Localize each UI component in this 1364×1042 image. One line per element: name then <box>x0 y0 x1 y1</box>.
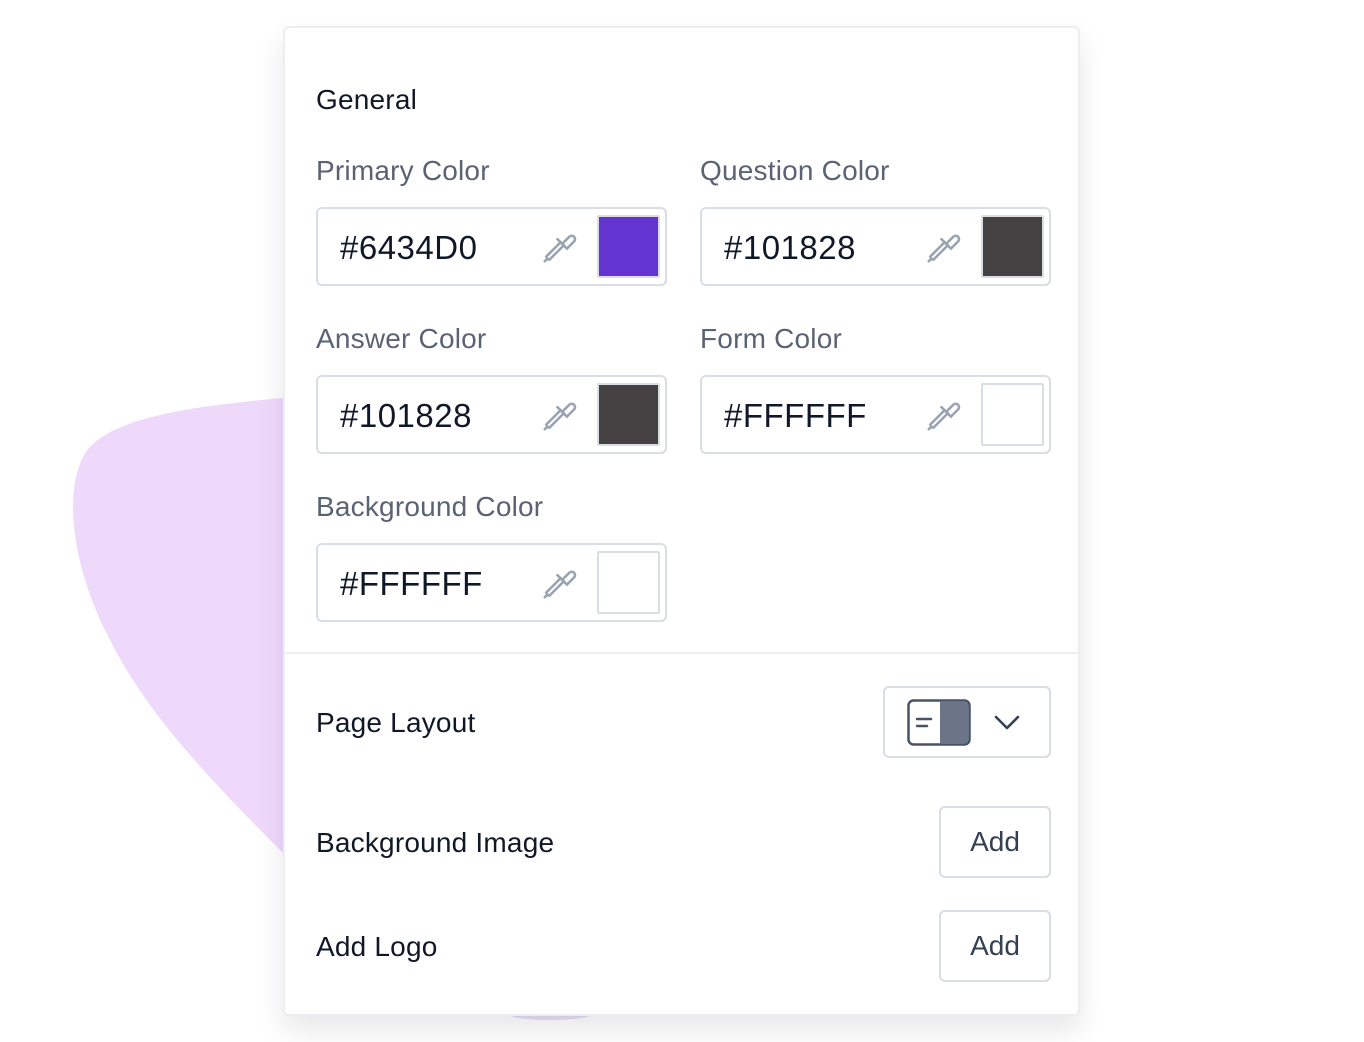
background-color-field[interactable]: #FFFFFF <box>316 543 667 622</box>
chevron-down-icon <box>994 715 1020 730</box>
primary-color-field[interactable]: #6434D0 <box>316 207 667 286</box>
question-color-label: Question Color <box>700 155 890 186</box>
eyedropper-icon[interactable] <box>924 228 962 266</box>
add-background-image-button[interactable]: Add <box>939 806 1051 878</box>
primary-color-swatch[interactable] <box>597 215 660 278</box>
eyedropper-icon[interactable] <box>924 396 962 434</box>
form-color-value[interactable]: #FFFFFF <box>724 397 867 435</box>
question-color-swatch[interactable] <box>981 215 1044 278</box>
page-layout-select[interactable] <box>883 686 1051 758</box>
primary-color-value[interactable]: #6434D0 <box>340 229 477 267</box>
question-color-value[interactable]: #101828 <box>724 229 856 267</box>
eyedropper-icon[interactable] <box>540 228 578 266</box>
form-style-panel: General Primary Color #6434D0 Question C… <box>283 26 1080 1016</box>
question-color-field[interactable]: #101828 <box>700 207 1051 286</box>
background-color-value[interactable]: #FFFFFF <box>340 565 483 603</box>
primary-color-label: Primary Color <box>316 155 490 186</box>
answer-color-field[interactable]: #101828 <box>316 375 667 454</box>
add-logo-button[interactable]: Add <box>939 910 1051 982</box>
form-color-label: Form Color <box>700 323 843 354</box>
background-image-label: Background Image <box>316 827 555 858</box>
section-divider <box>285 652 1078 654</box>
split-layout-icon <box>907 699 971 746</box>
background-color-label: Background Color <box>316 491 544 522</box>
eyedropper-icon[interactable] <box>540 564 578 602</box>
answer-color-swatch[interactable] <box>597 383 660 446</box>
answer-color-value[interactable]: #101828 <box>340 397 472 435</box>
form-color-swatch[interactable] <box>981 383 1044 446</box>
background-color-swatch[interactable] <box>597 551 660 614</box>
add-logo-label: Add Logo <box>316 931 438 962</box>
page-layout-label: Page Layout <box>316 707 476 738</box>
section-title-general: General <box>316 84 418 115</box>
answer-color-label: Answer Color <box>316 323 487 354</box>
form-color-field[interactable]: #FFFFFF <box>700 375 1051 454</box>
eyedropper-icon[interactable] <box>540 396 578 434</box>
